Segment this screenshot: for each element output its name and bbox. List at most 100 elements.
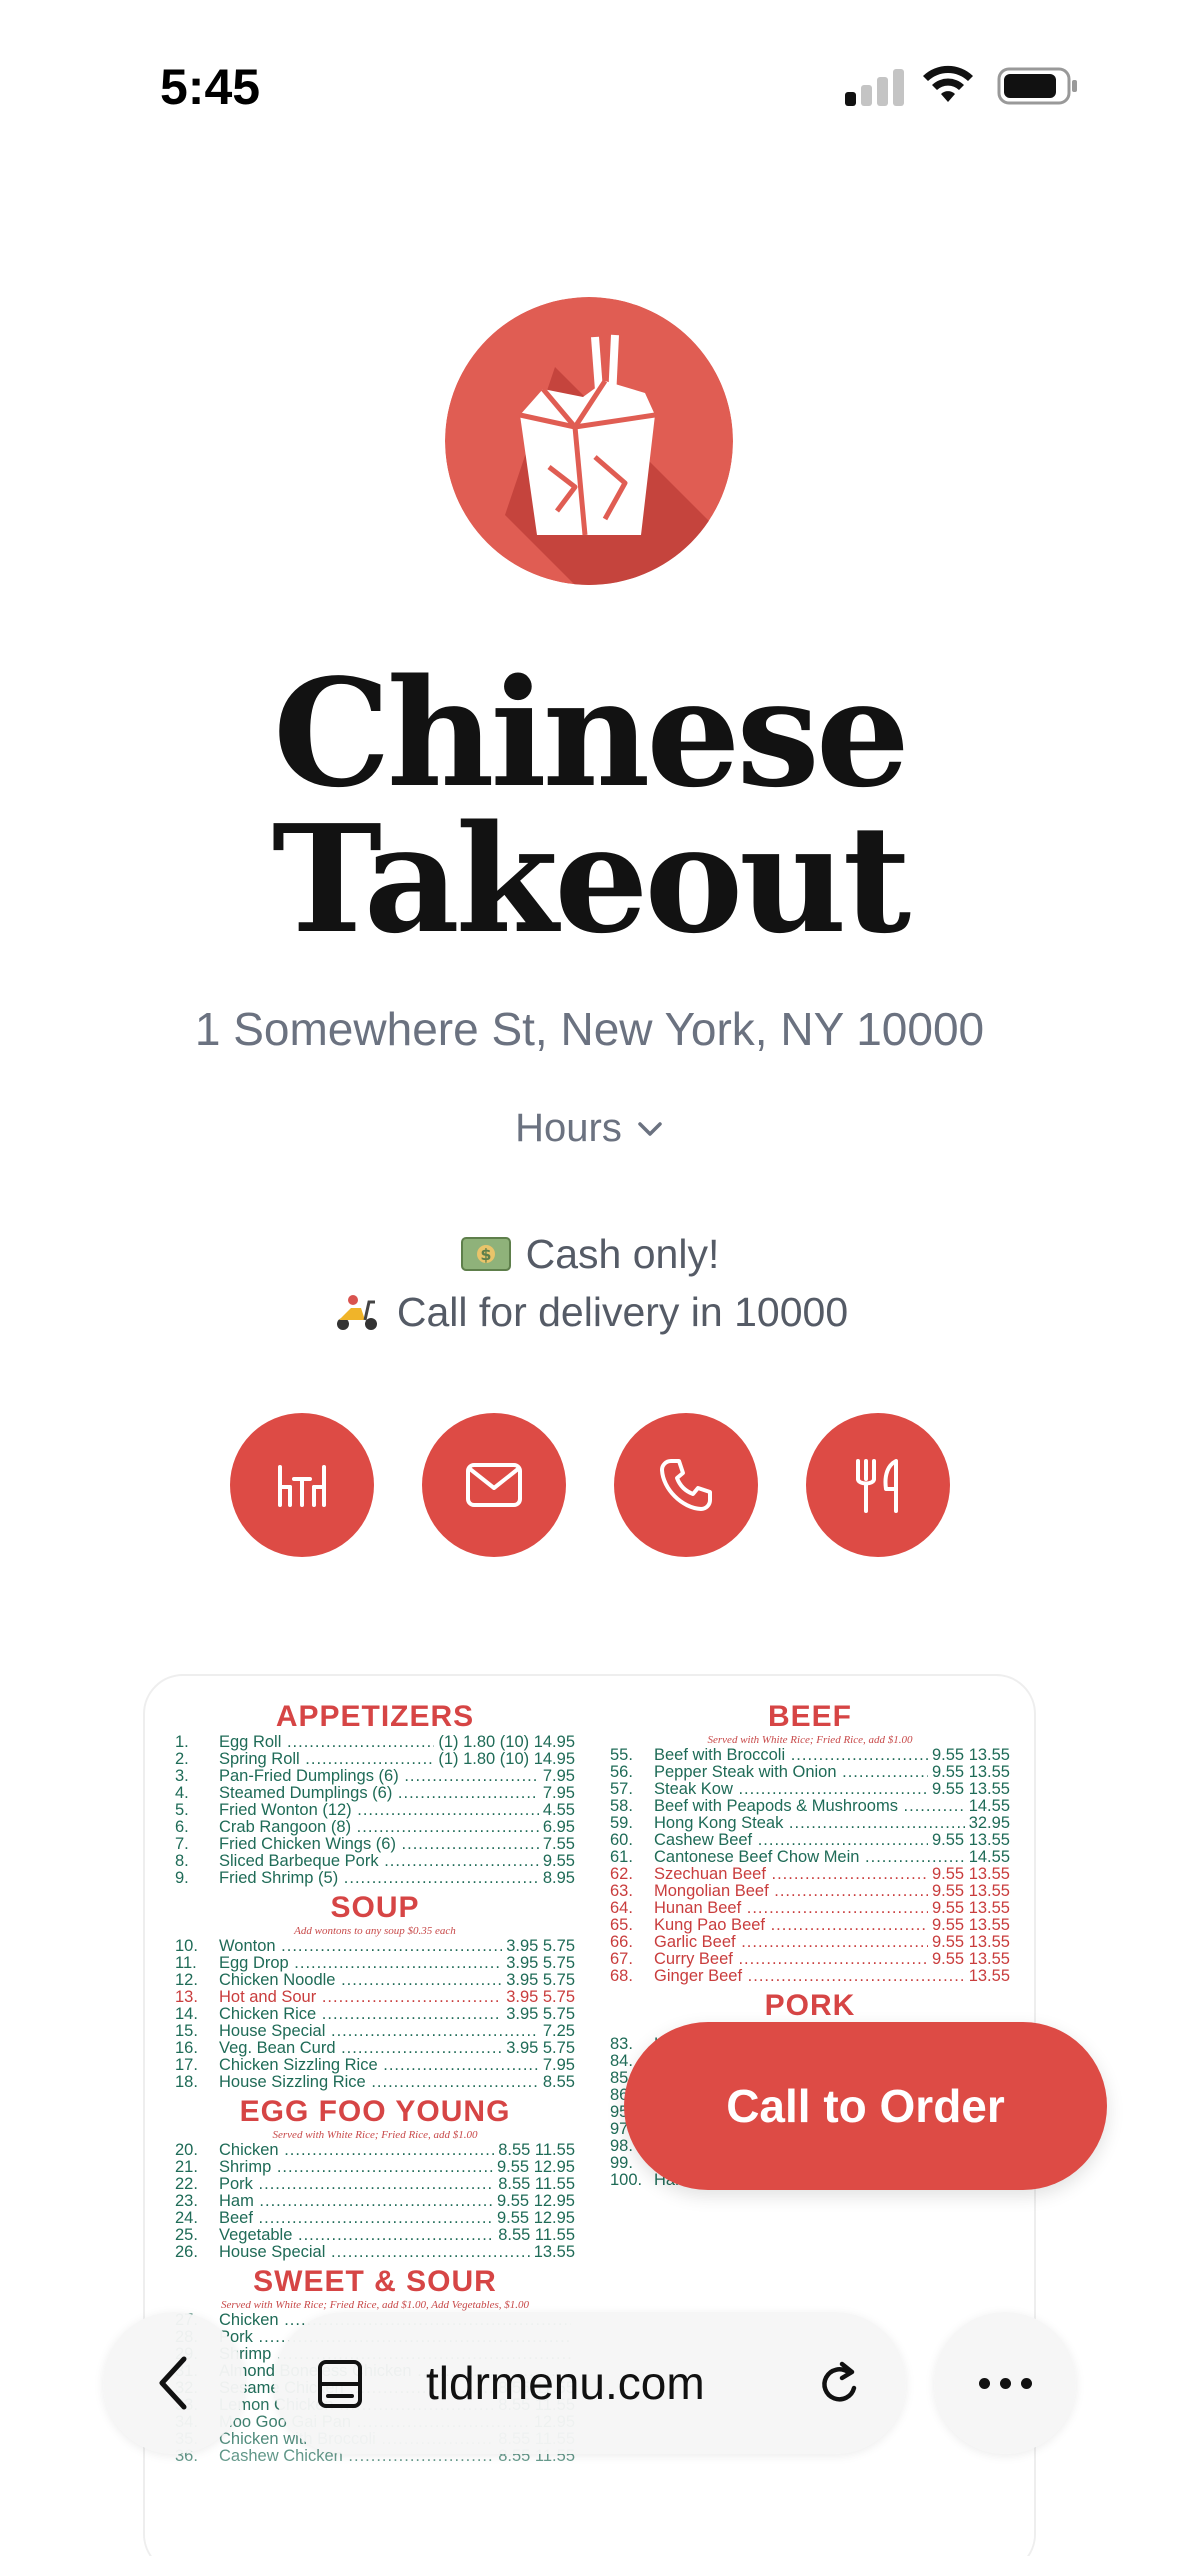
menu-item-price: 8.55 11.55 — [498, 2175, 575, 2193]
menu-item-price: 9.55 13.55 — [932, 1950, 1010, 1968]
menu-item-price: 9.55 13.55 — [932, 1763, 1010, 1781]
menu-item: 60. Cashew Beef9.55 13.55 — [610, 1832, 1010, 1849]
menu-item-price: 9.55 12.95 — [497, 2158, 575, 2176]
menu-item-price: 3.95 5.75 — [506, 1937, 575, 1955]
menu-item-price: 9.55 13.55 — [932, 1882, 1010, 1900]
menu-item-number: 11. — [175, 1954, 197, 1972]
menu-item: 24. Beef9.55 12.95 — [175, 2210, 575, 2227]
email-button[interactable] — [421, 1413, 566, 1557]
menu-item-number: 68. — [610, 1967, 633, 1985]
browser-address-bar[interactable]: tldrmenu.com — [274, 2312, 906, 2454]
menu-item: 20. Chicken8.55 11.55 — [175, 2142, 575, 2159]
menu-item-price: 3.95 5.75 — [506, 1954, 575, 1972]
menu-item: 58. Beef with Peapods & Mushrooms14.55 — [610, 1798, 1010, 1815]
restaurant-notes: $ Cash only! Call for delivery in 10000 — [0, 1225, 1179, 1341]
status-bar: 5:45 — [0, 0, 1179, 180]
menu-item-number: 25. — [175, 2226, 198, 2244]
status-time: 5:45 — [160, 59, 261, 115]
menu-item-name: House Special — [219, 2244, 530, 2261]
menu-item-name: Vegetable — [219, 2227, 494, 2244]
menu-item-number: 13. — [175, 1988, 198, 2006]
money-emoji-icon: $ — [460, 1237, 511, 1271]
note-delivery-text: Call for delivery in 10000 — [396, 1289, 849, 1335]
menu-item: 66. Garlic Beef9.55 13.55 — [610, 1934, 1010, 1951]
menu-item-price: 7.95 — [542, 1784, 575, 1802]
menu-item-price: 9.55 12.95 — [497, 2192, 575, 2210]
menu-item-price: 9.55 13.55 — [932, 1831, 1010, 1849]
menu-section-heading: BEEF — [767, 1700, 852, 1733]
reload-icon[interactable] — [814, 2358, 866, 2410]
menu-item: 65. Kung Pao Beef9.55 13.55 — [610, 1917, 1010, 1934]
menu-item-price: 13.55 — [533, 2243, 575, 2261]
menu-item-price: 3.95 5.75 — [506, 2005, 575, 2023]
menu-item: 7. Fried Chicken Wings (6)7.55 — [175, 1836, 575, 1853]
more-dot-icon — [999, 2377, 1011, 2389]
menu-item: 11. Egg Drop3.95 5.75 — [175, 1955, 575, 1972]
menu-item-number: 64. — [610, 1899, 633, 1917]
menu-item-number: 62. — [610, 1865, 633, 1883]
menu-item: 59. Hong Kong Steak32.95 — [610, 1815, 1010, 1832]
menu-item: 21. Shrimp9.55 12.95 — [175, 2159, 575, 2176]
menu-item: 56. Pepper Steak with Onion9.55 13.55 — [610, 1764, 1010, 1781]
menu-item-number: 18. — [175, 2073, 198, 2091]
note-cash-only: $ Cash only! — [0, 1225, 1179, 1283]
menu-item-price: 9.55 13.55 — [932, 1916, 1010, 1934]
menu-item: 4. Steamed Dumplings (6)7.95 — [175, 1785, 575, 1802]
menu-item-number: 22. — [175, 2175, 198, 2193]
restaurant-address[interactable]: 1 Somewhere St, New York, NY 10000 — [0, 1002, 1179, 1056]
menu-item-price: 9.55 13.55 — [932, 1746, 1010, 1764]
menu-item-number: 2. — [175, 1750, 189, 1768]
menu-item-name: Egg Drop — [219, 1955, 502, 1972]
menu-item-price: 6.95 — [542, 1818, 575, 1836]
menu-item-price: 8.55 — [542, 2073, 575, 2091]
menu-item: 18. House Sizzling Rice8.55 — [175, 2074, 575, 2091]
menu-item-name: Wonton — [219, 1938, 502, 1955]
menu-item-price: (1) 1.80 (10) 14.95 — [438, 1733, 575, 1751]
menu-item-number: 56. — [610, 1763, 633, 1781]
menu-item-number: 10. — [175, 1937, 198, 1955]
svg-text:$: $ — [480, 1245, 491, 1264]
menu-item-name: Hot and Sour — [219, 1989, 502, 2006]
dine-in-button[interactable] — [229, 1413, 374, 1557]
phone-button[interactable] — [613, 1413, 758, 1557]
menu-item-name: Ham — [219, 2193, 493, 2210]
note-delivery: Call for delivery in 10000 — [0, 1283, 1179, 1341]
menu-item-number: 66. — [610, 1933, 633, 1951]
menu-item-price: 14.55 — [968, 1848, 1010, 1866]
menu-item-number: 15. — [175, 2022, 198, 2040]
menu-item-number: 8. — [175, 1852, 189, 1870]
menu-item: 68. Ginger Beef13.55 — [610, 1968, 1010, 1985]
browser-more-button[interactable] — [934, 2312, 1076, 2454]
menu-item-price: (1) 1.80 (10) 14.95 — [438, 1750, 575, 1768]
menu-item-price: 7.95 — [542, 2056, 575, 2074]
menu-item-name: Sliced Barbeque Pork — [219, 1853, 539, 1870]
menu-section-heading: SOUP — [330, 1891, 420, 1924]
menu-item-number: 3. — [175, 1767, 189, 1785]
menu-item-number: 60. — [610, 1831, 633, 1849]
menu-item-number: 21. — [175, 2158, 198, 2176]
menu-item: 1. Egg Roll(1) 1.80 (10) 14.95 — [175, 1734, 575, 1751]
menu-item-name: Beef with Broccoli — [654, 1747, 928, 1764]
menu-item-number: 4. — [175, 1784, 189, 1802]
menu-button[interactable] — [805, 1413, 950, 1557]
menu-item-price: 13.55 — [968, 1967, 1010, 1985]
hours-toggle[interactable]: Hours — [0, 1106, 1179, 1151]
menu-item: 67. Curry Beef9.55 13.55 — [610, 1951, 1010, 1968]
call-to-order-button[interactable]: Call to Order — [624, 2022, 1107, 2190]
chevron-left-icon — [159, 2356, 187, 2410]
menu-item-name: Beef — [219, 2210, 493, 2227]
menu-item-name: Pan-Fried Dumplings (6) — [219, 1768, 539, 1785]
browser-back-button[interactable] — [103, 2312, 245, 2454]
menu-item-number: 65. — [610, 1916, 633, 1934]
menu-item-name: Veg. Bean Curd — [219, 2040, 502, 2057]
menu-item-name: Garlic Beef — [654, 1934, 928, 1951]
menu-item-number: 6. — [175, 1818, 189, 1836]
page-menu-icon[interactable] — [314, 2358, 366, 2410]
menu-item-number: 57. — [610, 1780, 633, 1798]
takeout-box-logo-icon — [445, 297, 733, 585]
menu-item-name: Pepper Steak with Onion — [654, 1764, 928, 1781]
menu-item-name: Pork — [219, 2176, 494, 2193]
url-text[interactable]: tldrmenu.com — [426, 2312, 705, 2454]
battery-icon — [997, 67, 1077, 105]
menu-item-price: 3.95 5.75 — [506, 1988, 575, 2006]
